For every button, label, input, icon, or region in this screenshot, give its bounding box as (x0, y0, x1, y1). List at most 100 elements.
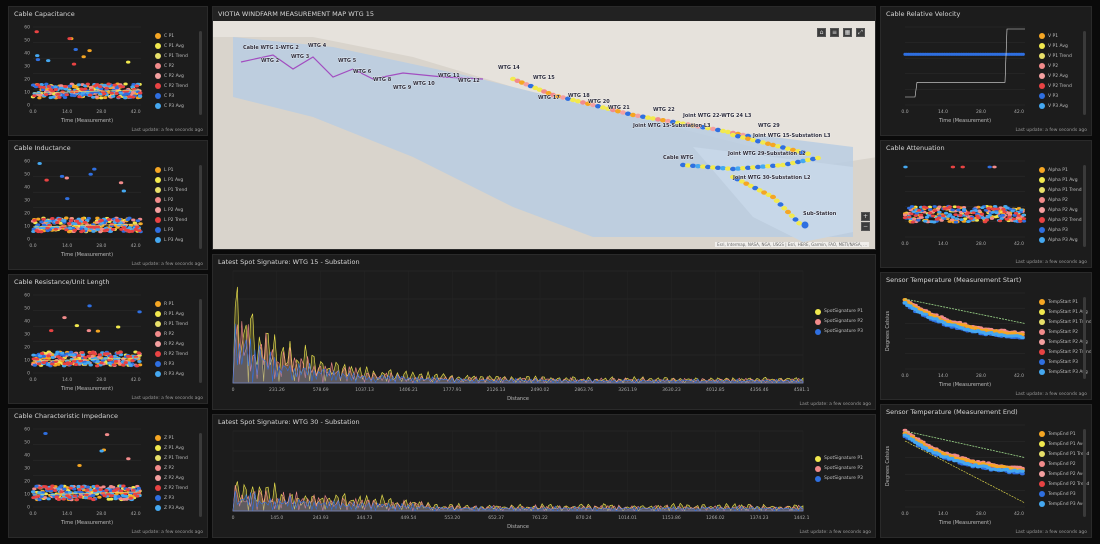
x-axis-label: Time (Measurement) (60, 118, 113, 124)
data-point (1013, 211, 1019, 215)
legend-swatch (155, 73, 161, 79)
legend-label: R P1 Avg (164, 311, 184, 317)
data-point (30, 490, 36, 494)
data-point (961, 208, 967, 211)
data-point (37, 161, 42, 165)
data-point (77, 221, 82, 225)
measurement-point (640, 114, 646, 119)
data-point (83, 496, 88, 500)
home-icon[interactable]: ⌂ (817, 28, 826, 37)
data-point (949, 218, 955, 222)
substation-marker[interactable] (801, 221, 809, 229)
map-panel[interactable]: VIOTIA WINDFARM MEASUREMENT MAP WTG 15 C… (212, 6, 876, 250)
map-label: WTG 6 (353, 69, 372, 75)
y-tick-label: 30 (24, 332, 30, 338)
map-canvas[interactable]: Cable WTG 1-WTG 2 WTG 2 WTG 3 WTG 4 WTG 5 WTG… (213, 7, 876, 250)
legend-swatch (155, 475, 161, 481)
legend-label: C P3 Avg (164, 103, 184, 109)
chart-plot: 0.0 14.0 28.0 42.0 Time (Measurement) Degrees… (885, 424, 1026, 526)
measurement-point (660, 118, 666, 123)
data-point (110, 94, 116, 98)
legend-label: L P1 Trend (164, 187, 188, 193)
data-point (956, 205, 961, 209)
map-attribution: Esri, Intermap, NASA, NGA, USGS | Esri, … (715, 242, 869, 247)
legend-label: Alpha P2 (1048, 197, 1068, 203)
data-point (919, 216, 924, 219)
legend-item: R P3 (155, 359, 188, 369)
x-tick-label: 4581.11 (794, 387, 809, 393)
data-point (950, 165, 956, 169)
zoom-out-button[interactable]: − (861, 222, 870, 231)
data-point (50, 362, 55, 366)
legend-label: TempStart P1 (1048, 299, 1078, 305)
x-tick-label: 0 (232, 387, 235, 393)
data-point (77, 488, 82, 492)
x-tick-label: 42.0 (1014, 109, 1024, 115)
legend-swatch (155, 301, 161, 307)
chart-plot: 0 10 20 30 40 50 60 0.0 14.0 28.0 42.0 Time (Measur… (24, 293, 143, 392)
data-point (85, 82, 90, 86)
legend-label: L P2 Trend (164, 217, 188, 223)
data-point (57, 217, 62, 221)
x-tick-label: 0.0 (29, 377, 36, 383)
chart-plot: 0.0 14.0 28.0 42.0 (901, 160, 1027, 247)
x-tick-label: 28.0 (976, 241, 986, 247)
basemap-icon[interactable]: ▦ (843, 28, 852, 37)
chart-plot: 0 10 20 30 40 50 60 0.0 14.0 28.0 42.0 Time (Measur… (24, 159, 143, 258)
data-point (50, 216, 55, 220)
data-point (916, 208, 922, 212)
data-point (67, 495, 72, 499)
data-point (995, 207, 1001, 211)
zoom-in-button[interactable]: + (861, 212, 870, 221)
y-tick-label: 20 (24, 77, 30, 83)
data-point (943, 211, 949, 215)
legend-scrollbar (199, 299, 202, 383)
data-point (32, 487, 37, 491)
data-point (130, 95, 136, 99)
x-tick-label: 1374.23 (750, 515, 769, 521)
chart-legend: SpotSignature P1 SpotSignature P2 SpotSign… (815, 454, 863, 484)
data-point (92, 352, 98, 356)
legend-swatch (1039, 319, 1045, 325)
legend-item: V P3 (1039, 91, 1072, 101)
data-point (91, 229, 96, 233)
data-point (909, 205, 915, 208)
data-point (85, 488, 90, 492)
legend-scrollbar (1083, 165, 1086, 247)
x-tick-label: 578.69 (313, 387, 329, 393)
data-point (77, 95, 82, 99)
data-point (97, 85, 103, 89)
layers-icon[interactable]: ≡ (830, 28, 839, 37)
data-point (992, 165, 997, 169)
legend-label: C P1 Avg (164, 43, 184, 49)
legend-label: C P1 (164, 33, 175, 39)
data-point (73, 362, 79, 366)
x-tick-label: 42.0 (131, 109, 141, 115)
legend-swatch (155, 371, 161, 377)
legend-swatch (155, 505, 161, 511)
legend-swatch (155, 207, 161, 213)
data-point (987, 165, 992, 169)
data-point (134, 364, 140, 368)
fullscreen-icon[interactable]: ⤢ (856, 28, 865, 37)
data-point (111, 363, 116, 367)
data-point (97, 495, 102, 499)
data-point (39, 220, 44, 224)
data-point (129, 229, 135, 233)
data-point (953, 213, 958, 217)
y-tick-label: 50 (24, 38, 30, 44)
data-point (34, 30, 39, 34)
legend-swatch (1039, 431, 1045, 437)
y-tick-label: 50 (24, 440, 30, 446)
data-point (87, 304, 92, 308)
legend-item: V P1 (1039, 31, 1072, 41)
data-point (136, 491, 142, 495)
data-point (997, 219, 1003, 223)
legend-item: Z P2 Avg (155, 473, 188, 483)
legend-item: TempEnd P3 (1039, 489, 1089, 499)
data-point (1021, 213, 1026, 217)
data-point (124, 494, 129, 498)
data-point (109, 497, 114, 501)
legend-label: Alpha P2 Avg (1048, 207, 1078, 213)
data-point (121, 189, 127, 193)
